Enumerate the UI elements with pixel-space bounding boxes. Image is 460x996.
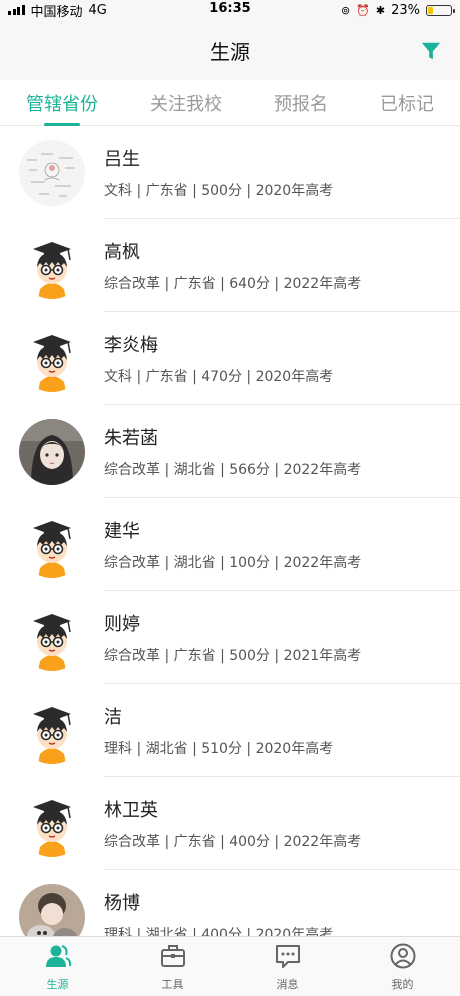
student-name: 高枫 [104, 241, 140, 263]
student-list: 吕生文科 | 广东省 | 500分 | 2020年高考 高枫综合改革 | 广东省… [0, 126, 460, 936]
battery-percent: 23% [391, 2, 420, 18]
student-name: 李炎梅 [104, 334, 158, 356]
list-item[interactable]: 吕生文科 | 广东省 | 500分 | 2020年高考 [0, 126, 460, 219]
student-name: 林卫英 [104, 799, 158, 821]
bottom-tab-bar: 生源 工具 消息 我的 [0, 936, 460, 996]
student-info: 杨博理科 | 湖北省 | 400分 | 2020年高考 [104, 870, 460, 936]
avatar [19, 418, 85, 485]
student-details: 综合改革 | 广东省 | 500分 | 2021年高考 [104, 647, 362, 664]
tab-1[interactable]: 关注我校 [150, 80, 222, 126]
student-details: 理科 | 湖北省 | 400分 | 2020年高考 [104, 927, 334, 936]
list-item[interactable]: 林卫英综合改革 | 广东省 | 400分 | 2022年高考 [0, 777, 460, 870]
student-details: 文科 | 广东省 | 500分 | 2020年高考 [104, 182, 334, 199]
signal-icon [8, 5, 25, 15]
avatar [19, 139, 85, 206]
tabbar-label: 工具 [161, 977, 184, 991]
student-name: 吕生 [104, 148, 140, 170]
avatar [19, 883, 85, 936]
tabbar-item-1[interactable]: 工具 [115, 937, 230, 996]
battery-icon [426, 4, 455, 16]
student-name: 杨博 [104, 893, 140, 914]
list-item[interactable]: 建华综合改革 | 湖北省 | 100分 | 2022年高考 [0, 498, 460, 591]
student-info: 吕生文科 | 广东省 | 500分 | 2020年高考 [104, 126, 460, 219]
bluetooth-icon: ✱ [375, 3, 386, 17]
student-info: 洁理科 | 湖北省 | 510分 | 2020年高考 [104, 684, 460, 777]
student-details: 综合改革 | 广东省 | 400分 | 2022年高考 [104, 833, 362, 850]
alarm-icon: ⏰ [356, 3, 370, 17]
tabbar-label: 消息 [276, 977, 299, 991]
segment-tabs: 管辖省份 关注我校 预报名 已标记 [0, 80, 460, 126]
student-info: 李炎梅文科 | 广东省 | 470分 | 2020年高考 [104, 312, 460, 405]
filter-icon[interactable] [420, 40, 442, 62]
rotation-lock-icon: ⊚ [340, 3, 351, 17]
users-icon [44, 942, 72, 976]
student-details: 综合改革 | 湖北省 | 100分 | 2022年高考 [104, 554, 362, 571]
student-info: 则婷综合改革 | 广东省 | 500分 | 2021年高考 [104, 591, 460, 684]
tabbar-item-0[interactable]: 生源 [0, 937, 115, 996]
list-item[interactable]: 则婷综合改革 | 广东省 | 500分 | 2021年高考 [0, 591, 460, 684]
student-details: 文科 | 广东省 | 470分 | 2020年高考 [104, 368, 334, 385]
message-icon [274, 942, 302, 976]
student-details: 理科 | 湖北省 | 510分 | 2020年高考 [104, 740, 334, 757]
student-info: 朱若菡综合改革 | 湖北省 | 566分 | 2022年高考 [104, 405, 460, 498]
student-info: 林卫英综合改革 | 广东省 | 400分 | 2022年高考 [104, 777, 460, 870]
avatar [19, 511, 85, 578]
avatar [19, 604, 85, 671]
page-title: 生源 [210, 39, 250, 64]
nav-bar: 生源 [0, 20, 460, 80]
avatar [19, 232, 85, 299]
list-item[interactable]: 杨博理科 | 湖北省 | 400分 | 2020年高考 [0, 870, 460, 936]
network-label: 4G [88, 2, 107, 18]
tab-2[interactable]: 预报名 [274, 80, 328, 126]
avatar [19, 325, 85, 392]
student-info: 建华综合改革 | 湖北省 | 100分 | 2022年高考 [104, 498, 460, 591]
tabbar-label: 我的 [391, 977, 414, 991]
tabbar-label: 生源 [46, 977, 69, 991]
student-details: 综合改革 | 广东省 | 640分 | 2022年高考 [104, 275, 362, 292]
student-info: 高枫综合改革 | 广东省 | 640分 | 2022年高考 [104, 219, 460, 312]
status-bar: 中国移动 4G 16:35 ⊚ ⏰ ✱ 23% [0, 0, 460, 20]
student-name: 朱若菡 [104, 427, 158, 449]
list-item[interactable]: 洁理科 | 湖北省 | 510分 | 2020年高考 [0, 684, 460, 777]
list-item[interactable]: 李炎梅文科 | 广东省 | 470分 | 2020年高考 [0, 312, 460, 405]
avatar [19, 697, 85, 764]
avatar [19, 790, 85, 857]
profile-icon [389, 942, 417, 976]
list-item[interactable]: 朱若菡综合改革 | 湖北省 | 566分 | 2022年高考 [0, 405, 460, 498]
student-details: 综合改革 | 湖北省 | 566分 | 2022年高考 [104, 461, 362, 478]
tab-0[interactable]: 管辖省份 [26, 80, 98, 126]
list-item[interactable]: 高枫综合改革 | 广东省 | 640分 | 2022年高考 [0, 219, 460, 312]
student-name: 建华 [104, 520, 140, 542]
toolbox-icon [159, 942, 187, 976]
student-name: 洁 [104, 706, 122, 728]
tabbar-item-3[interactable]: 我的 [345, 937, 460, 996]
carrier-label: 中国移动 [30, 4, 83, 20]
tab-3[interactable]: 已标记 [380, 80, 434, 126]
student-name: 则婷 [104, 613, 140, 635]
tabbar-item-2[interactable]: 消息 [230, 937, 345, 996]
